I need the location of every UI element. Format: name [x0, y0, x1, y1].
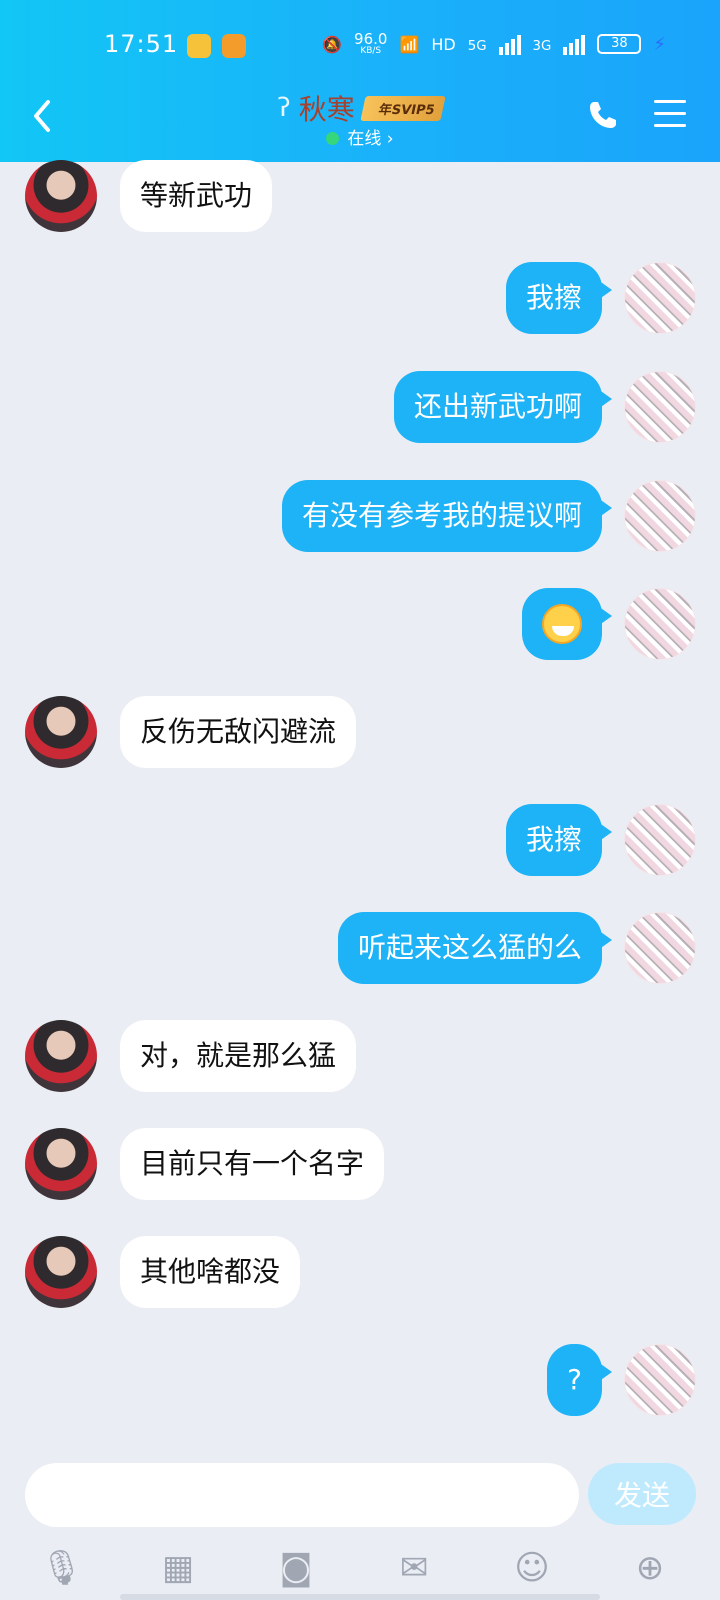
message-bubble-outgoing[interactable]: ?: [547, 1344, 612, 1416]
contact-name[interactable]: 秋寒: [299, 88, 355, 128]
signal-3g: 3G: [532, 38, 552, 54]
message-bubble-incoming[interactable]: 等新武功: [120, 160, 273, 232]
message-row-self: 有没有参考我的提议啊: [0, 476, 720, 552]
battery-indicator: 38: [597, 34, 642, 54]
message-row-self: [0, 584, 720, 660]
peer-avatar[interactable]: [25, 696, 97, 768]
message-row-self: 我擦: [0, 258, 720, 334]
message-bubble-incoming[interactable]: 对，就是那么猛: [120, 1020, 357, 1092]
signal-5g: 5G: [467, 38, 487, 54]
message-row-self: 听起来这么猛的么: [0, 908, 720, 984]
online-status-label: 在线: [347, 129, 382, 149]
message-bubble-outgoing[interactable]: 我擦: [505, 262, 613, 334]
red-packet-icon[interactable]: ✉: [394, 1548, 434, 1588]
phone-icon[interactable]: [586, 98, 620, 132]
send-button[interactable]: 发送: [588, 1463, 696, 1525]
emoji-icon[interactable]: ☺: [512, 1548, 552, 1588]
microphone-icon[interactable]: 🎙: [40, 1548, 83, 1588]
message-row-peer: 反伤无敌闪避流: [0, 692, 720, 768]
peer-avatar[interactable]: [25, 1236, 97, 1308]
self-avatar[interactable]: [624, 804, 696, 876]
message-row-self: 还出新武功啊: [0, 367, 720, 443]
signal-bars-icon: [498, 33, 521, 55]
message-row-self: 我擦: [0, 800, 720, 876]
plus-icon[interactable]: ⊕: [630, 1548, 670, 1588]
status-time: 17:51: [104, 30, 179, 58]
message-bubble-emoji[interactable]: [522, 588, 612, 660]
camera-icon[interactable]: ◙: [276, 1548, 316, 1588]
grin-emoji-icon: [542, 604, 582, 644]
menu-icon[interactable]: [654, 100, 686, 130]
self-avatar[interactable]: [624, 262, 696, 334]
wifi-icon: 📶: [399, 34, 420, 54]
message-bubble-outgoing[interactable]: 还出新武功啊: [393, 371, 613, 443]
app-notification-icon: [187, 34, 211, 58]
message-bubble-incoming[interactable]: 反伤无敌闪避流: [120, 696, 357, 768]
message-input[interactable]: [25, 1463, 579, 1527]
image-icon[interactable]: ▦: [158, 1548, 198, 1588]
online-dot-icon: [326, 132, 340, 145]
self-avatar[interactable]: [624, 912, 696, 984]
peer-avatar[interactable]: [25, 1128, 97, 1200]
message-row-self: ?: [0, 1340, 720, 1416]
peer-avatar[interactable]: [25, 1020, 97, 1092]
chat-header: 17:51 🔕 96.0 KB/S 📶 HD 5G 3G 38 ⚡ ʔ 秋寒 年S…: [0, 0, 720, 162]
hd-icon: HD: [431, 34, 456, 54]
signal-bars-icon-2: [563, 33, 586, 55]
composer-toolbar: 🎙 ▦ ◙ ✉ ☺ ⊕: [0, 1548, 720, 1592]
self-avatar[interactable]: [624, 371, 696, 443]
message-row-peer: 对，就是那么猛: [0, 1016, 720, 1092]
message-row-peer: 等新武功: [0, 156, 720, 232]
status-bar-indicators: 🔕 96.0 KB/S 📶 HD 5G 3G 38 ⚡: [322, 32, 666, 56]
message-composer: 发送 🎙 ▦ ◙ ✉ ☺ ⊕: [0, 1462, 720, 1600]
svip-badge: 年SVIP5: [360, 95, 446, 121]
self-avatar[interactable]: [624, 480, 696, 552]
message-bubble-outgoing[interactable]: 有没有参考我的提议啊: [281, 480, 613, 552]
message-bubble-outgoing[interactable]: 听起来这么猛的么: [337, 912, 613, 984]
ear-icon: ʔ: [277, 93, 291, 123]
weibo-icon: [222, 34, 246, 58]
mute-icon: 🔕: [322, 34, 343, 54]
network-speed-unit: KB/S: [360, 46, 382, 56]
message-row-peer: 其他啥都没: [0, 1232, 720, 1308]
self-avatar[interactable]: [624, 588, 696, 660]
peer-avatar[interactable]: [25, 160, 97, 232]
chevron-right-icon: ›: [386, 129, 394, 149]
message-bubble-outgoing[interactable]: 我擦: [505, 804, 613, 876]
message-list[interactable]: 等新武功 我擦 还出新武功啊 有没有参考我的提议啊 反伤无敌闪避流 我擦 听起来…: [0, 160, 720, 1462]
message-bubble-incoming[interactable]: 目前只有一个名字: [120, 1128, 385, 1200]
message-bubble-incoming[interactable]: 其他啥都没: [120, 1236, 301, 1308]
message-row-peer: 目前只有一个名字: [0, 1124, 720, 1200]
gesture-bar: [120, 1594, 600, 1600]
charging-icon: ⚡: [653, 33, 666, 55]
self-avatar[interactable]: [624, 1344, 696, 1416]
network-speed: 96.0 KB/S: [354, 32, 387, 56]
